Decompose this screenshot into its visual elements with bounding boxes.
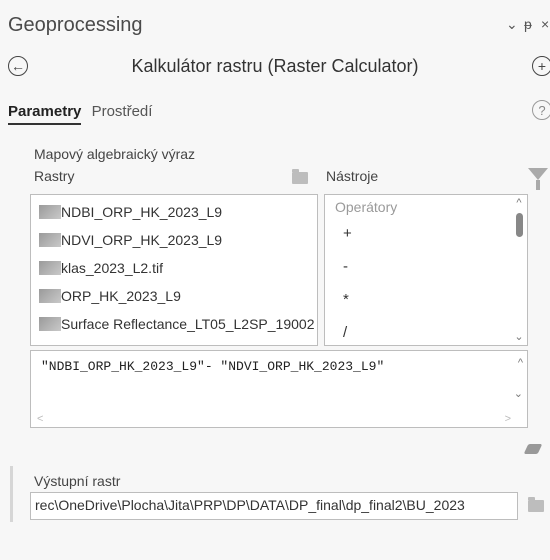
eraser-icon[interactable]: [523, 444, 543, 454]
pin-icon[interactable]: ᵽ: [524, 16, 532, 32]
add-button[interactable]: +: [532, 56, 550, 76]
output-raster-field[interactable]: rec\OneDrive\Plocha\Jita\PRP\DP\DATA\DP_…: [30, 492, 518, 520]
map-algebra-label: Mapový algebraický výraz: [34, 146, 196, 162]
scroll-up-icon[interactable]: ^: [513, 197, 525, 209]
raster-layer-icon: [39, 289, 61, 303]
raster-item[interactable]: ORP_HK_2023_L9: [31, 282, 317, 310]
raster-layer-icon: [39, 261, 61, 275]
help-icon[interactable]: ?: [532, 100, 550, 120]
plus-icon: +: [537, 58, 547, 74]
raster-layer-icon: [39, 233, 61, 247]
operators-list[interactable]: Operátory + - * / ^ ⌄: [324, 194, 528, 346]
scroll-down-icon[interactable]: ⌄: [513, 330, 525, 343]
folder-icon[interactable]: [528, 497, 544, 512]
close-icon[interactable]: ×: [541, 16, 549, 32]
expression-editor[interactable]: "NDBI_ORP_HK_2023_L9"- "NDVI_ORP_HK_2023…: [30, 350, 528, 428]
raster-item[interactable]: NDBI_ORP_HK_2023_L9: [31, 198, 317, 226]
output-raster-label: Výstupní rastr: [34, 473, 121, 489]
scroll-right-icon[interactable]: >: [505, 413, 511, 425]
tools-label: Nástroje: [326, 168, 379, 184]
scroll-down-icon[interactable]: ⌄: [514, 387, 523, 400]
expression-text: "NDBI_ORP_HK_2023_L9"- "NDVI_ORP_HK_2023…: [41, 359, 385, 374]
tab-prostredi[interactable]: Prostředí: [92, 103, 153, 120]
raster-layer-icon: [39, 317, 61, 331]
tab-parametry[interactable]: Parametry: [8, 103, 82, 125]
operator-plus[interactable]: +: [325, 225, 527, 258]
required-indicator: [10, 466, 13, 522]
rasters-list[interactable]: NDBI_ORP_HK_2023_L9 NDVI_ORP_HK_2023_L9 …: [30, 194, 318, 346]
filter-icon[interactable]: [528, 168, 548, 190]
operators-header: Operátory: [335, 199, 398, 215]
scroll-up-icon[interactable]: ^: [518, 357, 523, 369]
folder-icon[interactable]: [292, 169, 308, 184]
scroll-left-icon[interactable]: <: [37, 413, 43, 425]
tool-title: Kalkulátor rastru (Raster Calculator): [131, 56, 419, 76]
raster-item[interactable]: Surface Reflectance_LT05_L2SP_19002: [31, 310, 317, 338]
operator-minus[interactable]: -: [325, 258, 527, 291]
raster-item[interactable]: klas_2023_L2.tif: [31, 254, 317, 282]
pane-menu-icon[interactable]: ⌄: [506, 16, 518, 33]
operators-scrollbar[interactable]: ^ ⌄: [513, 197, 525, 343]
scroll-thumb[interactable]: [515, 213, 523, 237]
raster-item[interactable]: NDVI_ORP_HK_2023_L9: [31, 226, 317, 254]
tab-bar: Parametry Prostředí: [8, 103, 153, 125]
operator-multiply[interactable]: *: [325, 291, 527, 324]
pane-title: Geoprocessing: [8, 14, 143, 36]
rasters-label: Rastry: [34, 168, 75, 184]
raster-layer-icon: [39, 205, 61, 219]
